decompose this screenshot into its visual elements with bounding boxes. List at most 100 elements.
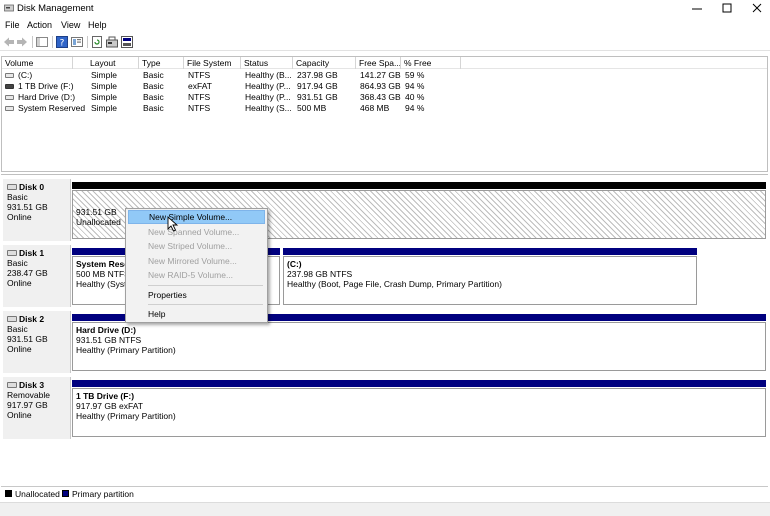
column-header-volume[interactable]: Volume	[2, 57, 73, 69]
legend-label-primary: Primary partition	[72, 489, 134, 499]
partition-status: Healthy (Boot, Page File, Crash Dump, Pr…	[287, 279, 502, 289]
disk-settings-icon[interactable]	[121, 36, 133, 48]
partition-size: 917.97 GB exFAT	[76, 401, 143, 411]
cell-layout: Simple	[91, 92, 117, 102]
cell-volume: 1 TB Drive (F:)	[18, 81, 74, 91]
disk-state: Online	[7, 344, 32, 354]
drive-icon	[5, 106, 14, 111]
column-header-type[interactable]: Type	[139, 57, 184, 69]
cell-type: Basic	[143, 103, 164, 113]
menu-help[interactable]: Help	[88, 20, 107, 30]
column-header-file-system[interactable]: File System	[184, 57, 241, 69]
disk-2-label[interactable]: Disk 2 Basic 931.51 GB Online	[3, 311, 71, 373]
menu-item-new-raid5-volume: New RAID-5 Volume...	[148, 270, 234, 280]
rescan-icon[interactable]	[106, 36, 118, 48]
disk-1-label[interactable]: Disk 1 Basic 238.47 GB Online	[3, 245, 71, 307]
disk-size: 917.97 GB	[7, 400, 48, 410]
properties-icon[interactable]	[71, 36, 83, 48]
table-row[interactable]: (C:) Simple Basic NTFS Healthy (B... 237…	[2, 70, 767, 81]
cell-percent-free: 94 %	[405, 103, 425, 113]
cell-status: Healthy (B...	[245, 70, 292, 80]
disk-icon	[7, 250, 17, 256]
help-icon[interactable]: ?	[56, 36, 68, 48]
cell-capacity: 931.51 GB	[297, 92, 338, 102]
table-row[interactable]: System Reserved Simple Basic NTFS Health…	[2, 103, 767, 114]
minimize-icon	[692, 8, 702, 10]
cell-file-system: exFAT	[188, 81, 212, 91]
cell-type: Basic	[143, 81, 164, 91]
cell-file-system: NTFS	[188, 103, 211, 113]
disk-management-app-icon	[4, 4, 14, 12]
back-arrow-icon[interactable]	[3, 36, 15, 48]
console-tree-icon[interactable]	[36, 36, 48, 48]
cell-file-system: NTFS	[188, 70, 211, 80]
close-icon	[752, 3, 762, 13]
menu-item-properties[interactable]: Properties	[128, 288, 265, 302]
refresh-icon[interactable]	[91, 36, 103, 48]
partition-title: (C:)	[287, 259, 302, 269]
partition-title: Hard Drive (D:)	[76, 325, 136, 335]
disk-type: Removable	[7, 390, 50, 400]
cell-percent-free: 94 %	[405, 81, 425, 91]
cell-volume: System Reserved	[18, 103, 85, 113]
cell-layout: Simple	[91, 103, 117, 113]
menu-separator	[148, 304, 263, 305]
legend-swatch-primary	[62, 490, 69, 497]
column-header-capacity[interactable]: Capacity	[293, 57, 356, 69]
disk-size: 238.47 GB	[7, 268, 48, 278]
column-header-status[interactable]: Status	[241, 57, 293, 69]
menu-item-help[interactable]: Help	[128, 307, 265, 321]
svg-text:?: ?	[60, 39, 65, 49]
disk-state: Online	[7, 410, 32, 420]
removable-disk-icon	[7, 382, 17, 388]
menu-file[interactable]: File	[5, 20, 20, 30]
partition-f[interactable]: 1 TB Drive (F:) 917.97 GB exFAT Healthy …	[72, 388, 766, 437]
table-row[interactable]: Hard Drive (D:) Simple Basic NTFS Health…	[2, 92, 767, 103]
cell-free-space: 864.93 GB	[360, 81, 401, 91]
disk-state: Online	[7, 212, 32, 222]
cell-free-space: 468 MB	[360, 103, 390, 113]
toolbar-separator	[32, 36, 33, 48]
status-bar	[0, 502, 770, 516]
legend-swatch-unallocated	[5, 490, 12, 497]
primary-partition-strip	[283, 248, 697, 255]
maximize-button[interactable]	[712, 0, 742, 16]
menu-item-new-spanned-volume: New Spanned Volume...	[148, 227, 240, 237]
cell-volume: (C:)	[18, 70, 33, 80]
menu-bar: File Action View Help	[0, 18, 770, 33]
volume-list[interactable]: Volume Layout Type File System Status Ca…	[1, 56, 768, 172]
cell-free-space: 141.27 GB	[360, 70, 401, 80]
disk-type: Basic	[7, 258, 28, 268]
partition-c[interactable]: (C:) 237.98 GB NTFS Healthy (Boot, Page …	[283, 256, 697, 305]
menu-item-new-simple-volume[interactable]: New Simple Volume...	[128, 210, 265, 224]
disk-name: Disk 0	[19, 182, 45, 192]
cell-volume: Hard Drive (D:)	[18, 92, 76, 102]
toolbar: ?	[0, 33, 770, 51]
menu-action[interactable]: Action	[27, 20, 52, 30]
minimize-button[interactable]	[682, 0, 712, 16]
column-header-free-space[interactable]: Free Spa...	[356, 57, 401, 69]
menu-view[interactable]: View	[61, 20, 80, 30]
title-bar: Disk Management	[0, 0, 770, 17]
close-button[interactable]	[742, 0, 770, 16]
disk-name: Disk 3	[19, 380, 45, 390]
disk-icon	[7, 316, 17, 322]
disk-icon	[7, 184, 17, 190]
disk-state: Online	[7, 278, 32, 288]
partition-size: 237.98 GB NTFS	[287, 269, 353, 279]
disk-0-label[interactable]: Disk 0 Basic 931.51 GB Online	[3, 179, 71, 241]
toolbar-separator	[87, 36, 88, 48]
cell-free-space: 368.43 GB	[360, 92, 401, 102]
cell-layout: Simple	[91, 81, 117, 91]
forward-arrow-icon[interactable]	[16, 36, 28, 48]
table-row[interactable]: 1 TB Drive (F:) Simple Basic exFAT Healt…	[2, 81, 767, 92]
column-header-layout[interactable]: Layout	[87, 57, 139, 69]
cell-type: Basic	[143, 70, 164, 80]
toolbar-separator	[52, 36, 53, 48]
disk-type: Basic	[7, 324, 28, 334]
disk-3-label[interactable]: Disk 3 Removable 917.97 GB Online	[3, 377, 71, 439]
column-header-percent-free[interactable]: % Free	[401, 57, 461, 69]
partition-d[interactable]: Hard Drive (D:) 931.51 GB NTFS Healthy (…	[72, 322, 766, 371]
context-menu: New Simple Volume... New Spanned Volume.…	[125, 208, 268, 323]
disk-type: Basic	[7, 192, 28, 202]
